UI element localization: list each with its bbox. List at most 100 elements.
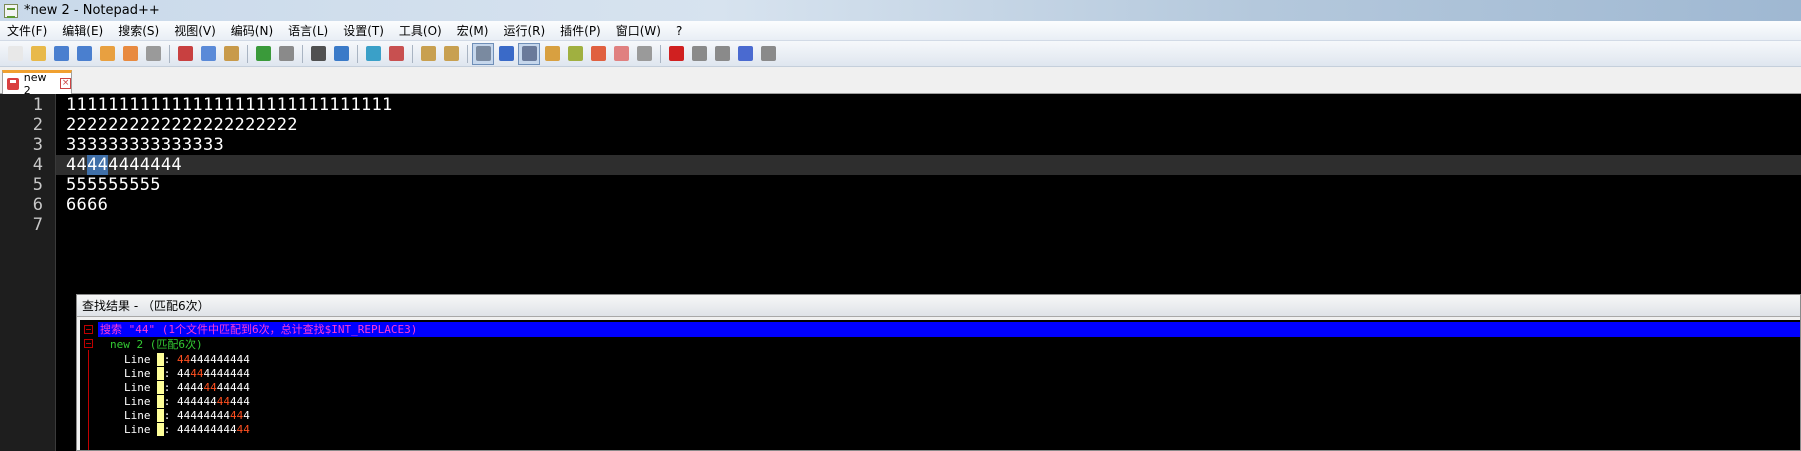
run-macro-multiple-button[interactable] <box>734 43 756 65</box>
zoom-in-icon <box>365 46 381 61</box>
result-before: 444444 <box>177 395 217 408</box>
user-lang-button[interactable] <box>541 43 563 65</box>
function-list-button[interactable] <box>587 43 609 65</box>
menu-item-5[interactable]: 语言(L) <box>281 21 336 41</box>
result-num: 4 <box>157 367 164 380</box>
zoom-out-icon <box>388 46 404 61</box>
result-sep: : <box>163 395 177 408</box>
play-macro-icon <box>714 46 730 61</box>
search-summary-row[interactable]: 搜索 "44" (1个文件中匹配到6次，总计查找$INT_REPLACE3) <box>98 322 1800 337</box>
result-num: 4 <box>157 395 164 408</box>
menu-item-8[interactable]: 宏(M) <box>450 21 497 41</box>
code-text: 44 <box>66 155 88 175</box>
indent-guide-button[interactable] <box>518 42 540 65</box>
toolbar-separator <box>247 44 248 63</box>
close-all-button[interactable] <box>119 43 141 65</box>
monitor-button[interactable] <box>633 43 655 65</box>
replace-button[interactable] <box>330 43 352 65</box>
folder-workspace-button[interactable] <box>610 43 632 65</box>
menu-item-3[interactable]: 视图(V) <box>167 21 224 41</box>
undo-button[interactable] <box>252 43 274 65</box>
close-icon <box>99 46 115 61</box>
title-bar: *new 2 - Notepad++ <box>0 0 1801 21</box>
tab-strip: new 2 × <box>0 67 1801 97</box>
find-button[interactable] <box>307 43 329 65</box>
save-macro-button[interactable] <box>757 43 779 65</box>
menu-bar: 文件(F) 编辑(E) 搜索(S) 视图(V) 编码(N) 语言(L) 设置(T) 工具(O)… <box>0 21 1801 41</box>
find-results-panel: 查找结果 - （匹配6次） 搜索 "44" (1个文件中匹配到6次，总计查找$I… <box>76 294 1801 451</box>
record-macro-button[interactable] <box>665 43 687 65</box>
result-prefix: Line <box>124 367 158 380</box>
show-all-chars-button[interactable] <box>495 43 517 65</box>
menu-item-7[interactable]: 工具(O) <box>392 21 450 41</box>
word-wrap-button[interactable] <box>472 42 494 65</box>
result-row[interactable]: Line 4: 44444444444 <box>124 423 250 439</box>
menu-item-9[interactable]: 运行(R) <box>496 21 553 41</box>
result-after: 4444444 <box>203 367 250 380</box>
monitor-icon <box>636 46 652 61</box>
cut-icon <box>177 46 193 61</box>
record-macro-icon <box>668 46 684 61</box>
zoom-out-button[interactable] <box>385 43 407 65</box>
editor-area[interactable]: 1234567 1111111111111111111111111111111 2… <box>0 94 1801 451</box>
result-num: 4 <box>157 381 164 394</box>
result-match: 44 <box>203 381 217 394</box>
result-prefix: Line <box>124 381 158 394</box>
result-before: 44 <box>177 367 191 380</box>
zoom-in-button[interactable] <box>362 43 384 65</box>
doc-map-icon <box>567 46 583 61</box>
result-before: 444444444 <box>177 423 237 436</box>
fold-search-icon[interactable] <box>84 325 93 334</box>
menu-item-4[interactable]: 编码(N) <box>224 21 281 41</box>
stop-macro-icon <box>691 46 707 61</box>
save-button[interactable] <box>50 43 72 65</box>
result-prefix: Line <box>124 395 158 408</box>
tab-label: new 2 <box>23 70 47 97</box>
fold-file-icon[interactable] <box>84 339 93 348</box>
menu-item-0[interactable]: 文件(F) <box>0 21 55 41</box>
sync-horizontal-button[interactable] <box>440 43 462 65</box>
result-sep: : <box>163 381 177 394</box>
new-file-icon <box>7 46 23 61</box>
cut-button[interactable] <box>174 43 196 65</box>
function-list-icon <box>590 46 606 61</box>
play-macro-button[interactable] <box>711 43 733 65</box>
menu-item-12[interactable]: ? <box>669 21 690 41</box>
find-results-body[interactable]: 搜索 "44" (1个文件中匹配到6次，总计查找$INT_REPLACE3) n… <box>80 320 1800 450</box>
result-match: 44 <box>190 367 204 380</box>
menu-item-10[interactable]: 插件(P) <box>553 21 609 41</box>
indent-guide-icon <box>521 46 537 61</box>
save-all-button[interactable] <box>73 43 95 65</box>
redo-icon <box>278 46 294 61</box>
result-match: 44 <box>236 423 250 436</box>
sync-horizontal-icon <box>443 46 459 61</box>
print-button[interactable] <box>142 43 164 65</box>
code-line[interactable]: 6666 <box>66 195 108 218</box>
stop-macro-button[interactable] <box>688 43 710 65</box>
new-file-button[interactable] <box>4 43 26 65</box>
user-lang-icon <box>544 46 560 61</box>
tab-close-icon[interactable]: × <box>60 78 72 89</box>
result-match: 44 <box>216 395 230 408</box>
toolbar-separator <box>660 44 661 63</box>
open-file-button[interactable] <box>27 43 49 65</box>
current-line-highlight <box>56 155 1801 175</box>
sync-vertical-button[interactable] <box>417 43 439 65</box>
result-before: 44444444 <box>177 409 230 422</box>
menu-item-11[interactable]: 窗口(W) <box>609 21 669 41</box>
doc-map-button[interactable] <box>564 43 586 65</box>
redo-button[interactable] <box>275 43 297 65</box>
paste-button[interactable] <box>220 43 242 65</box>
toolbar-separator <box>467 44 468 63</box>
close-button[interactable] <box>96 43 118 65</box>
file-entry-row[interactable]: new 2 (匹配6次) <box>110 337 203 353</box>
tab-new-2[interactable]: new 2 × <box>2 70 72 97</box>
result-before: 4444 <box>177 381 204 394</box>
result-sep: : <box>163 409 177 422</box>
menu-item-6[interactable]: 设置(T) <box>336 21 392 41</box>
copy-button[interactable] <box>197 43 219 65</box>
fold-guide <box>88 350 89 450</box>
menu-item-2[interactable]: 搜索(S) <box>111 21 167 41</box>
result-match: 44 <box>177 353 191 366</box>
menu-item-1[interactable]: 编辑(E) <box>55 21 111 41</box>
